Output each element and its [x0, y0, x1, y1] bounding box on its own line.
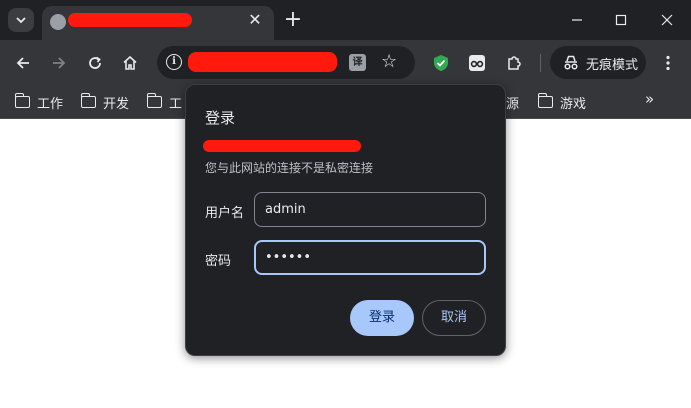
- maximize-icon: [615, 14, 627, 26]
- bookmark-label: 工作: [37, 96, 64, 112]
- extensions-button[interactable]: [502, 51, 526, 75]
- maximize-button[interactable]: [609, 8, 633, 32]
- username-label: 用户名: [205, 206, 245, 221]
- bookmarks-overflow-chevron-icon[interactable]: »: [645, 90, 654, 108]
- tab-strip: ✕ +: [0, 0, 691, 40]
- extension-shield-button[interactable]: [429, 51, 453, 75]
- address-bar[interactable]: i 译 ☆: [157, 46, 415, 79]
- incognito-label: 无痕模式: [586, 58, 639, 73]
- dialog-title: 登录: [205, 109, 236, 127]
- extension-glasses-button[interactable]: [465, 51, 489, 75]
- login-button[interactable]: 登录: [350, 300, 414, 336]
- bookmark-label: 源: [506, 96, 520, 112]
- bookmark-folder-0[interactable]: 工作: [14, 91, 64, 113]
- folder-icon: [146, 93, 162, 108]
- new-tab-button[interactable]: +: [283, 9, 303, 31]
- reload-icon: [89, 56, 101, 69]
- minimize-button[interactable]: [565, 8, 589, 32]
- arrow-left-icon: [16, 57, 29, 69]
- bookmark-folder-4[interactable]: 游戏: [537, 91, 587, 113]
- bookmark-label: 工: [169, 96, 183, 112]
- folder-icon: [80, 93, 96, 108]
- home-icon: [123, 55, 137, 70]
- forward-button[interactable]: [47, 51, 71, 75]
- reload-button[interactable]: [83, 51, 107, 75]
- bookmark-folder-2[interactable]: 工: [146, 91, 183, 113]
- home-button[interactable]: [118, 51, 142, 75]
- username-field[interactable]: admin: [254, 192, 486, 227]
- bookmark-star-icon[interactable]: ☆: [381, 52, 397, 72]
- incognito-indicator[interactable]: 无痕模式: [550, 46, 646, 79]
- active-tab[interactable]: ✕: [42, 6, 274, 40]
- bookmark-label: 游戏: [560, 96, 587, 112]
- glasses-icon: [469, 55, 485, 71]
- site-url-redacted: [203, 140, 361, 152]
- chevron-down-icon: [16, 17, 26, 24]
- translate-icon[interactable]: 译: [349, 54, 366, 71]
- bookmark-folder-3[interactable]: 源: [506, 91, 519, 113]
- shield-check-icon: [434, 55, 448, 71]
- puzzle-icon: [508, 56, 521, 70]
- url-redacted: [188, 52, 337, 72]
- back-button[interactable]: [11, 51, 35, 75]
- password-field[interactable]: ••••••: [254, 240, 486, 275]
- tab-title-redacted: [68, 13, 192, 27]
- sign-in-dialog: 登录 您与此网站的连接不是私密连接 用户名 admin 密码 •••••• 登录…: [185, 84, 506, 356]
- minimize-icon: [572, 19, 582, 21]
- more-vertical-icon: [666, 55, 670, 71]
- site-favicon-icon: [50, 14, 66, 30]
- arrow-right-icon: [53, 57, 66, 69]
- connection-warning: 您与此网站的连接不是私密连接: [205, 161, 374, 175]
- tab-close-icon[interactable]: ✕: [246, 11, 264, 29]
- bookmark-label: 开发: [103, 96, 130, 112]
- password-label: 密码: [205, 254, 232, 269]
- toolbar-divider: [540, 54, 541, 72]
- window-close-button[interactable]: [655, 8, 679, 32]
- folder-icon: [14, 93, 30, 108]
- close-icon: [661, 14, 673, 26]
- incognito-icon: [564, 55, 578, 70]
- tab-search-button[interactable]: [8, 8, 34, 32]
- folder-icon: [537, 93, 553, 108]
- bookmark-folder-1[interactable]: 开发: [80, 91, 130, 113]
- browser-menu-button[interactable]: [656, 51, 680, 75]
- site-info-icon[interactable]: i: [166, 54, 182, 70]
- cancel-button[interactable]: 取消: [422, 300, 486, 336]
